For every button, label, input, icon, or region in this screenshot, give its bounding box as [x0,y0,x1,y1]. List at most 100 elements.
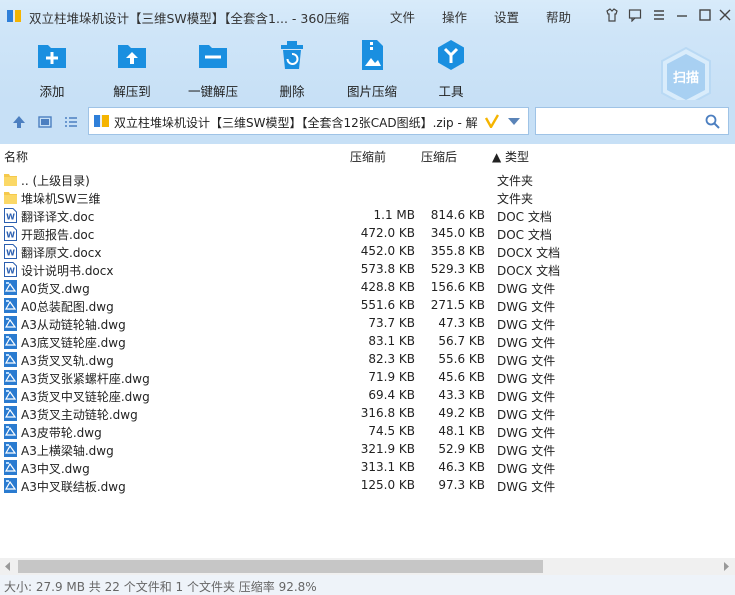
file-row[interactable]: W 设计说明书.docx 573.8 KB 529.3 KB DOCX 文档 [0,261,600,279]
folder-icon [4,190,17,205]
file-row[interactable]: A3中叉联结板.dwg 125.0 KB 97.3 KB DWG 文件 [0,477,600,495]
file-size: 313.1 KB [360,460,415,474]
file-name: A3货叉叉轨.dwg [21,354,114,368]
scan-label: 扫描 [673,70,699,86]
file-row[interactable]: A3从动链轮轴.dwg 73.7 KB 47.3 KB DWG 文件 [0,315,600,333]
delete-button[interactable]: 删除 [257,38,327,100]
file-row[interactable]: A3货叉叉轨.dwg 82.3 KB 55.6 KB DWG 文件 [0,351,600,369]
file-row[interactable]: W 开题报告.doc 472.0 KB 345.0 KB DOC 文档 [0,225,600,243]
file-packed-size: 43.3 KB [438,388,485,402]
scrollbar-thumb[interactable] [18,560,543,573]
file-list: 名称 压缩前 压缩后 ▲ 类型 .. (上级目录) 文件夹 堆垛机SW三维 文件夹 W 翻… [0,144,735,558]
dwg-icon [4,388,17,403]
file-row[interactable]: A3上横梁轴.dwg 321.9 KB 52.9 KB DWG 文件 [0,441,600,459]
file-type: DWG 文件 [497,390,556,404]
minimize-icon[interactable] [673,6,691,24]
file-packed-size: 814.6 KB [430,208,485,222]
column-header-packed[interactable]: 压缩后 [421,148,457,165]
file-type: DWG 文件 [497,336,556,350]
file-name: A3从动链轮轴.dwg [21,318,126,332]
extract-to-label: 解压到 [113,84,151,99]
column-header-type[interactable]: ▲ 类型 [492,148,529,165]
file-size: 83.1 KB [368,334,415,348]
menu-settings[interactable]: 设置 [494,7,519,26]
file-packed-size: 156.6 KB [430,280,485,294]
search-input[interactable] [540,112,704,132]
list-view-icon[interactable] [64,115,78,129]
image-compress-label: 图片压缩 [346,84,397,99]
file-row[interactable]: 堆垛机SW三维 文件夹 [0,189,600,207]
menu-file[interactable]: 文件 [390,7,415,26]
tools-button[interactable]: 工具 [416,38,486,100]
file-row[interactable]: A3货叉主动链轮.dwg 316.8 KB 49.2 KB DWG 文件 [0,405,600,423]
one-click-extract-label: 一键解压 [187,84,238,99]
feedback-icon[interactable] [626,6,644,24]
maximize-icon[interactable] [696,6,714,24]
word-doc-icon: W [4,244,17,259]
file-name: 堆垛机SW三维 [21,192,101,206]
column-header-name[interactable]: 名称 [4,148,28,165]
tools-icon [438,40,464,70]
skin-icon[interactable] [603,6,621,24]
dwg-icon [4,280,17,295]
file-packed-size: 271.5 KB [430,298,485,312]
file-name: 设计说明书.docx [21,264,114,278]
search-field[interactable] [535,107,729,135]
file-name: A3货叉张紧螺杆座.dwg [21,372,150,386]
search-icon[interactable] [705,114,720,129]
status-text: 大小: 27.9 MB 共 22 个文件和 1 个文件夹 压缩率 92.8% [4,580,317,594]
file-row[interactable]: A3中叉.dwg 313.1 KB 46.3 KB DWG 文件 [0,459,600,477]
file-name: A0货叉.dwg [21,282,90,296]
window-title: 双立柱堆垛机设计【三维SW模型】【全套含1... - 360压缩 [29,11,350,26]
file-size: 82.3 KB [368,352,415,366]
file-type: DOC 文档 [497,210,552,224]
toolbar: 添加 解压到 一键解压 删除 图片压缩 工具 扫描 [0,32,735,108]
file-row[interactable]: W 翻译译文.doc 1.1 MB 814.6 KB DOC 文档 [0,207,600,225]
close-icon[interactable] [716,6,734,24]
file-type: DWG 文件 [497,480,556,494]
scroll-right-icon[interactable] [722,562,730,571]
folder-icon [4,172,17,187]
file-packed-size: 97.3 KB [438,478,485,492]
menu-help[interactable]: 帮助 [546,7,571,26]
dwg-icon [4,316,17,331]
file-size: 125.0 KB [360,478,415,492]
file-row[interactable]: W 翻译原文.docx 452.0 KB 355.8 KB DOCX 文档 [0,243,600,261]
dwg-icon [4,334,17,349]
column-header-size[interactable]: 压缩前 [350,148,386,165]
file-packed-size: 48.1 KB [438,424,485,438]
horizontal-scrollbar[interactable] [0,558,735,575]
image-compress-button[interactable]: 图片压缩 [337,38,407,100]
file-row[interactable]: A0货叉.dwg 428.8 KB 156.6 KB DWG 文件 [0,279,600,297]
menu-icon[interactable] [650,6,668,24]
svg-text:W: W [6,231,15,240]
up-arrow-icon[interactable] [12,115,26,129]
scan-button[interactable]: 扫描 [659,46,713,108]
file-packed-size: 55.6 KB [438,352,485,366]
svg-text:W: W [6,267,15,276]
word-doc-icon: W [4,208,17,223]
file-row[interactable]: .. (上级目录) 文件夹 [0,171,600,189]
menu-operate[interactable]: 操作 [442,7,467,26]
file-name: A3中叉.dwg [21,462,90,476]
path-dropdown-icon[interactable] [508,118,520,125]
file-row[interactable]: A3底叉链轮座.dwg 83.1 KB 56.7 KB DWG 文件 [0,333,600,351]
file-row[interactable]: A3皮带轮.dwg 74.5 KB 48.1 KB DWG 文件 [0,423,600,441]
file-name: A3底叉链轮座.dwg [21,336,126,350]
status-bar: 大小: 27.9 MB 共 22 个文件和 1 个文件夹 压缩率 92.8% [0,575,735,595]
file-row[interactable]: A3货叉中叉链轮座.dwg 69.4 KB 43.3 KB DWG 文件 [0,387,600,405]
file-row[interactable]: A3货叉张紧螺杆座.dwg 71.9 KB 45.6 KB DWG 文件 [0,369,600,387]
thumbnail-view-icon[interactable] [38,115,52,129]
file-size: 551.6 KB [360,298,415,312]
extract-to-button[interactable]: 解压到 [97,38,167,100]
scroll-left-icon[interactable] [4,562,12,571]
dwg-icon [4,370,17,385]
one-click-extract-button[interactable]: 一键解压 [178,38,248,100]
file-size: 71.9 KB [368,370,415,384]
app-logo-icon [7,10,21,22]
file-row[interactable]: A0总装配图.dwg 551.6 KB 271.5 KB DWG 文件 [0,297,600,315]
add-button[interactable]: 添加 [17,38,87,100]
address-field[interactable]: 双立柱堆垛机设计【三维SW模型】【全套含12张CAD图纸】.zip - 解 [88,107,529,135]
one-click-extract-icon [199,45,227,68]
file-size: 69.4 KB [368,388,415,402]
